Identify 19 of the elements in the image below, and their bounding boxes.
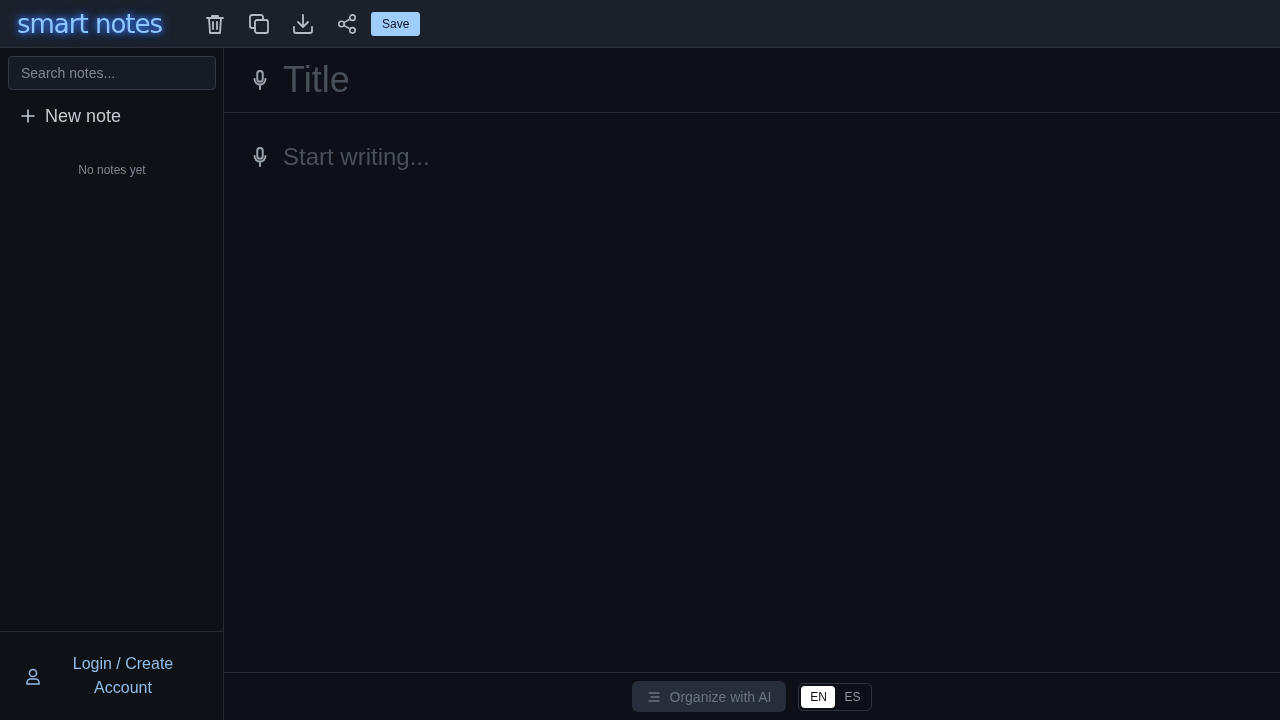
empty-message: No notes yet (78, 163, 146, 177)
note-body-field[interactable]: Start writing... (283, 139, 1260, 175)
lines-icon (647, 691, 660, 702)
plus-icon (21, 109, 35, 123)
copy-icon (249, 13, 269, 34)
title-field[interactable]: Title (283, 56, 1260, 104)
person-icon (26, 667, 40, 685)
login-button[interactable]: Login / Create Account (0, 652, 188, 700)
save-button[interactable]: Save (371, 11, 421, 36)
microphone-icon[interactable] (253, 147, 267, 167)
new-note-button[interactable]: New note (8, 99, 135, 133)
language-option[interactable]: ES (835, 685, 870, 708)
microphone-icon[interactable] (253, 70, 267, 90)
trash-icon (205, 13, 225, 34)
share-icon (337, 13, 357, 34)
language-option[interactable]: EN (801, 685, 836, 708)
download-icon (293, 13, 313, 34)
app-logo: smart notes (17, 8, 164, 39)
search-field[interactable]: Search notes... (8, 56, 216, 90)
